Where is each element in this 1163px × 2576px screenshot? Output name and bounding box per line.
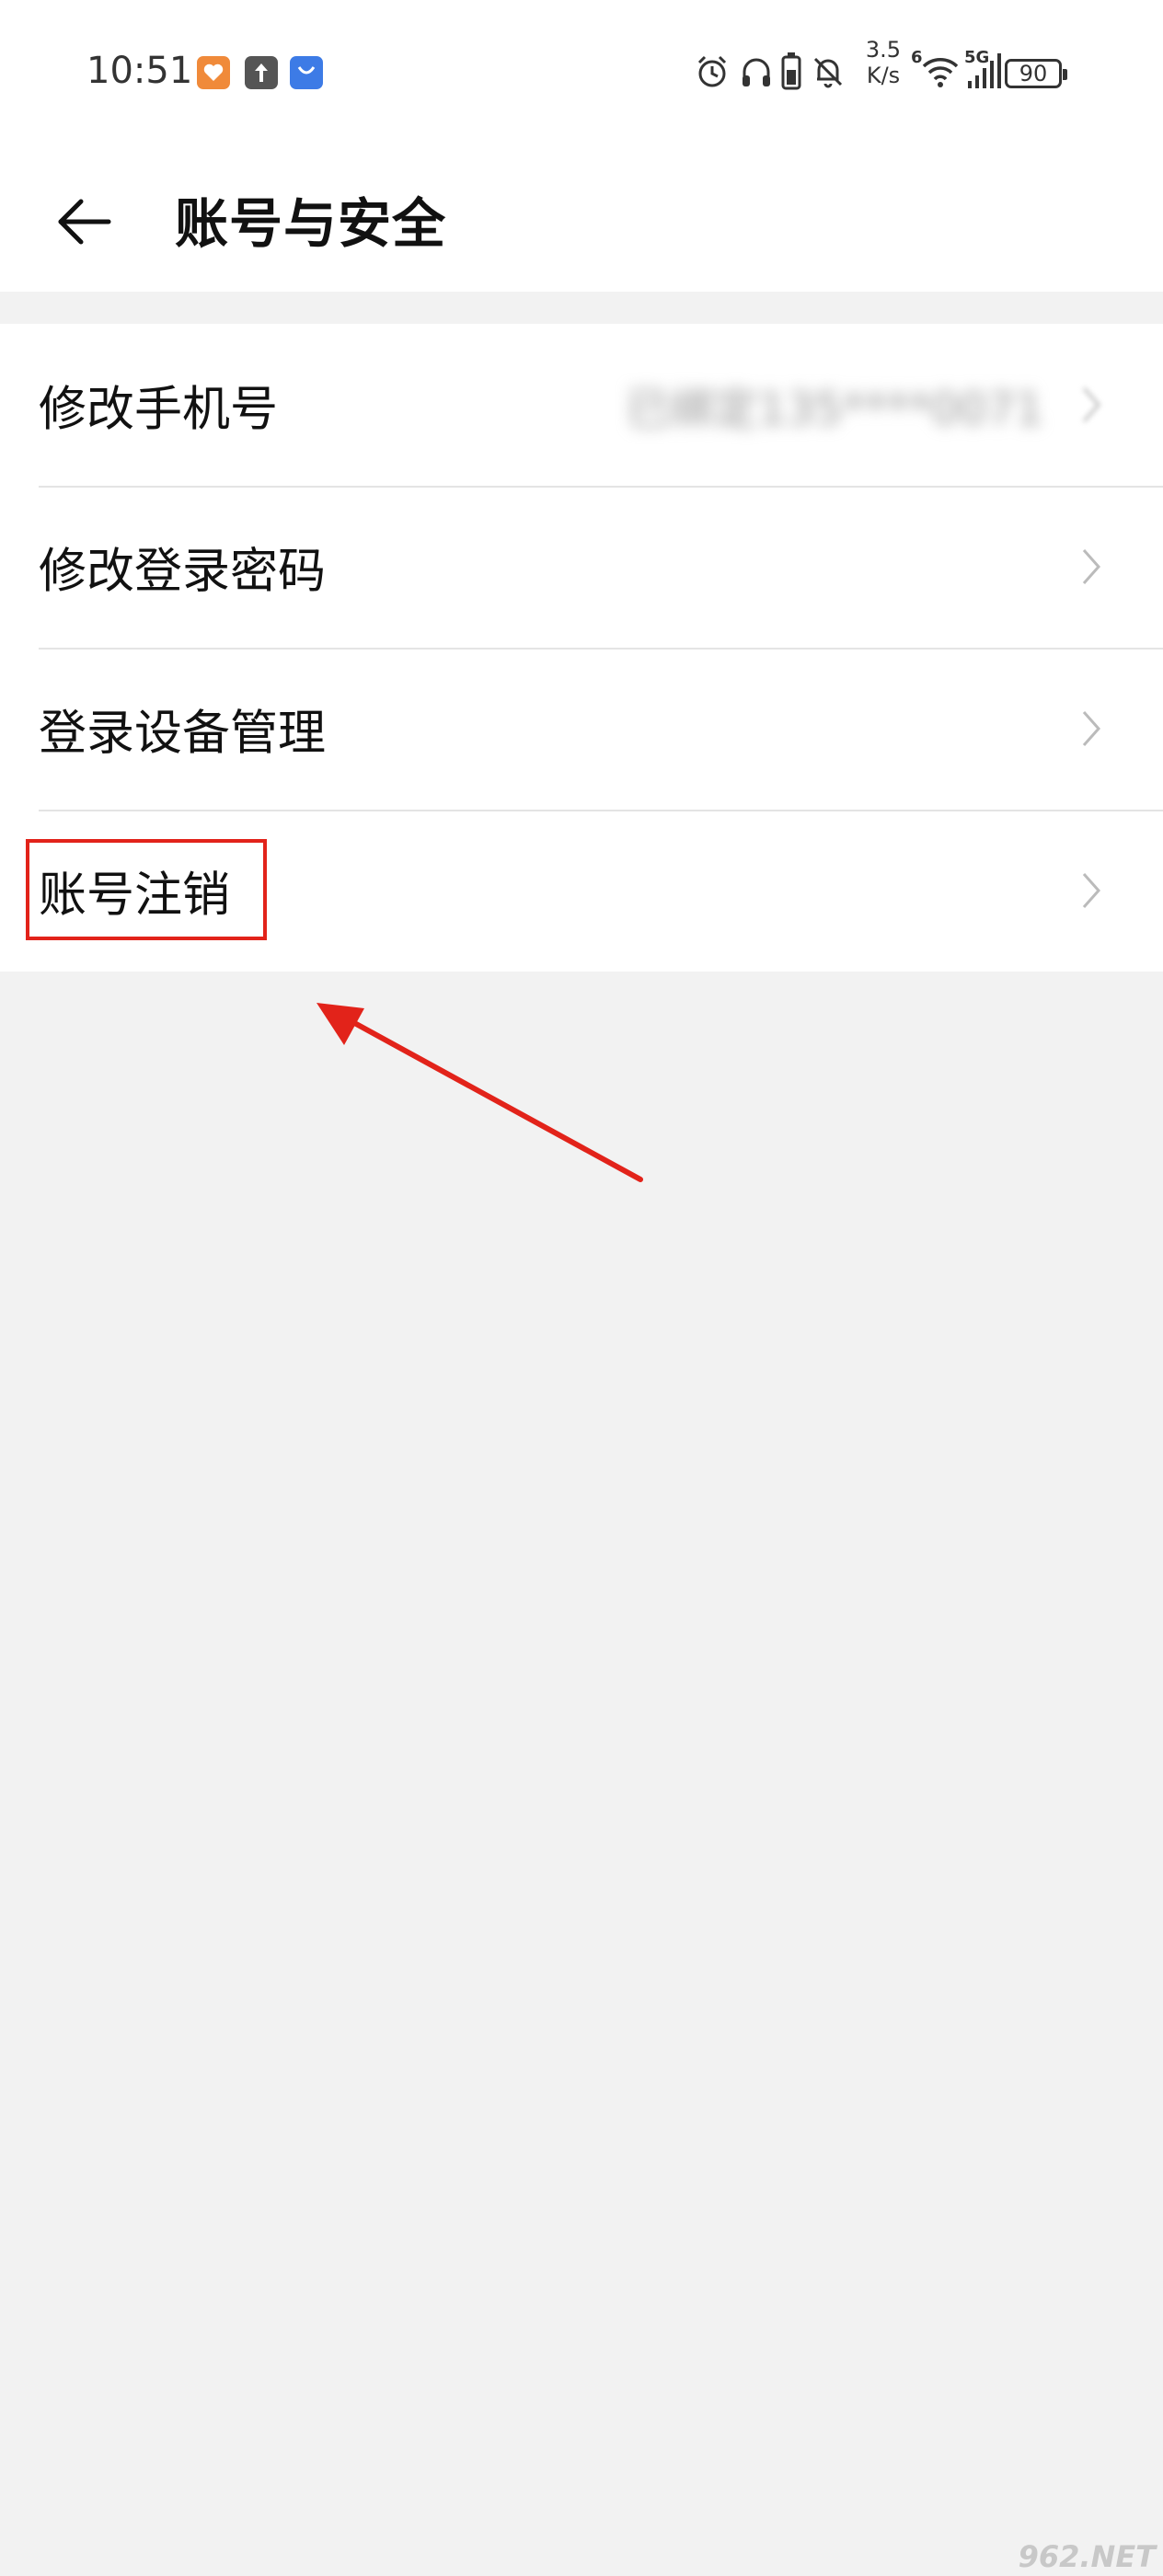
annotation-highlight-box <box>26 839 267 940</box>
chevron-right-icon <box>1082 873 1101 908</box>
app-header: 账号与安全 <box>0 147 1163 292</box>
net-speed-unit: K/s <box>866 63 901 88</box>
health-app-icon <box>197 56 230 89</box>
alarm-icon <box>697 55 727 87</box>
net-speed: 3.5 K/s <box>856 37 911 88</box>
battery-indicator: 90 <box>1005 59 1067 88</box>
list-item-label: 修改手机号 <box>39 382 279 438</box>
list-item-label: 登录设备管理 <box>39 706 327 762</box>
chevron-right-icon <box>1082 549 1101 584</box>
list-item-device-management[interactable]: 登录设备管理 <box>0 648 1163 810</box>
wifi-icon <box>922 58 959 87</box>
signal-icon <box>968 53 1001 88</box>
list-item-label: 修改登录密码 <box>39 544 327 600</box>
page-title: 账号与安全 <box>175 192 447 255</box>
battery-saver-icon <box>781 52 801 90</box>
bell-muted-icon <box>813 57 843 88</box>
chevron-right-icon <box>1082 711 1101 746</box>
headphones-icon <box>743 58 770 86</box>
status-time: 10:51 <box>86 50 193 92</box>
app-store-icon <box>290 56 323 89</box>
back-arrow-icon[interactable] <box>53 190 118 254</box>
upload-icon <box>245 56 278 89</box>
list-item-change-password[interactable]: 修改登录密码 <box>0 486 1163 648</box>
chevron-right-icon <box>1082 387 1101 422</box>
watermark-logo: 962.NET <box>1018 2539 1156 2574</box>
bound-phone-value: 已绑定135****0071 <box>626 384 1043 435</box>
list-item-change-phone[interactable]: 修改手机号 已绑定135****0071 <box>0 324 1163 486</box>
net-speed-value: 3.5 <box>865 37 902 63</box>
status-bar: 10:51 3.5 K/s 6 5G 90 <box>0 0 1163 147</box>
